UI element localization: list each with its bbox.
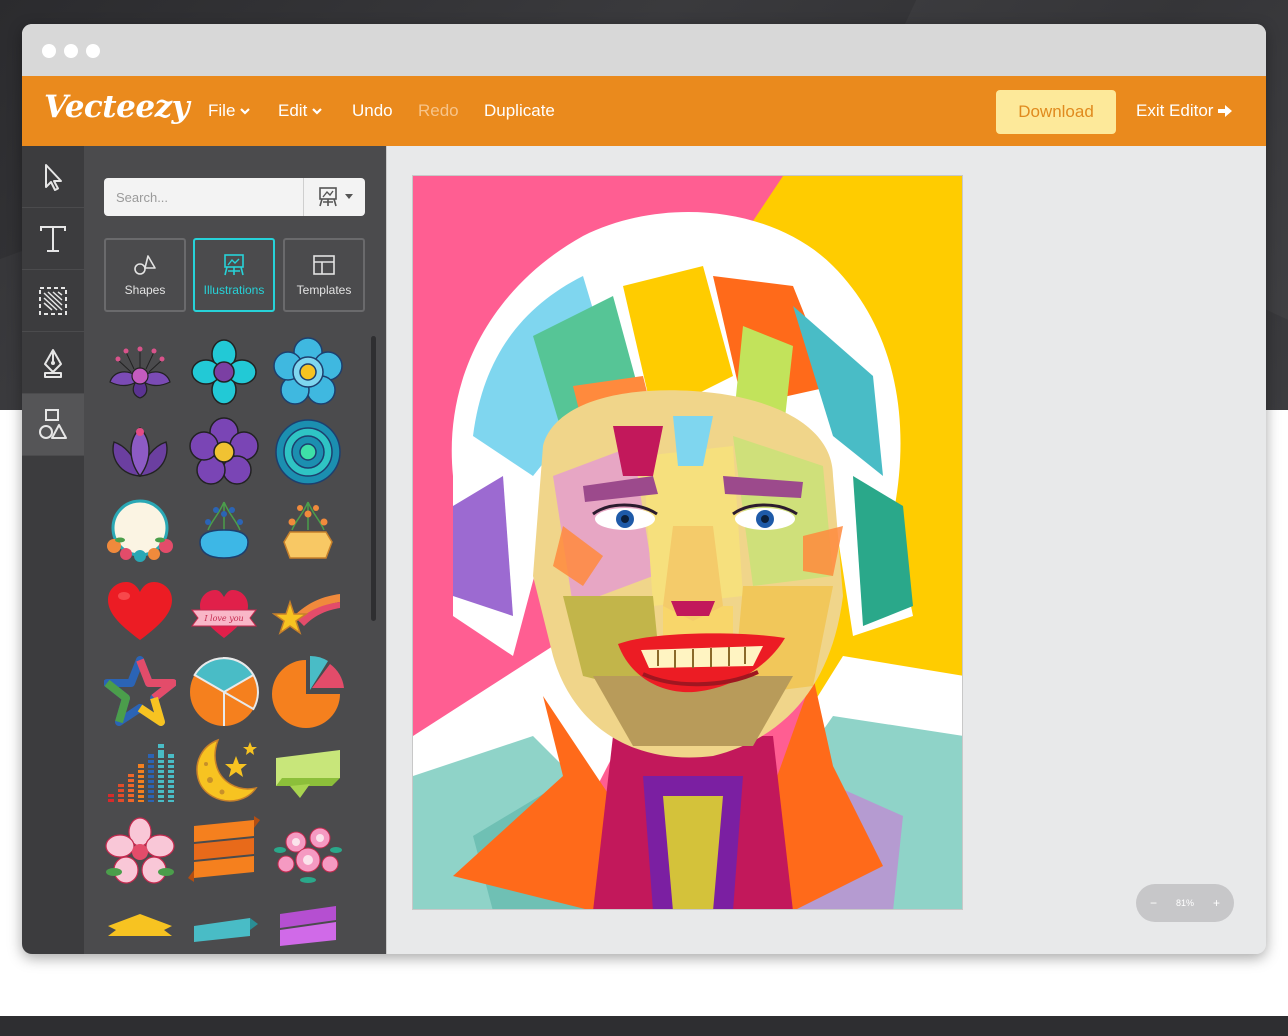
exit-editor-label: Exit Editor: [1136, 101, 1214, 120]
asset-cyan-flower-2[interactable]: [272, 336, 344, 408]
duplicate-button[interactable]: Duplicate: [484, 101, 555, 121]
tab-templates[interactable]: Templates: [283, 238, 365, 312]
assets-panel: Shapes Illustrations Templates: [84, 146, 386, 954]
text-tool[interactable]: [22, 208, 84, 270]
window-titlebar: [22, 24, 1266, 76]
asset-pink-flowers[interactable]: [272, 816, 344, 888]
edit-menu-label: Edit: [278, 101, 308, 120]
image-tool[interactable]: [22, 270, 84, 332]
tool-rail: [22, 146, 84, 954]
cursor-icon: [45, 163, 62, 191]
illustration-icon: [224, 254, 244, 276]
tab-shapes-label: Shapes: [124, 283, 166, 297]
asset-floral-circle-frame[interactable]: [104, 496, 176, 568]
zoom-control: − 81% +: [1136, 884, 1234, 922]
asset-teal-ribbon[interactable]: [188, 896, 260, 954]
zoom-in-button[interactable]: +: [1213, 896, 1220, 910]
shapes-icon: [39, 408, 67, 439]
asset-i-love-you-heart[interactable]: I love you: [188, 576, 260, 648]
tab-shapes[interactable]: Shapes: [104, 238, 186, 312]
shapes-icon: [134, 255, 156, 275]
asset-equalizer-bars[interactable]: [104, 736, 176, 808]
page-footer-band: [0, 1016, 1288, 1036]
zoom-out-button[interactable]: −: [1150, 896, 1157, 910]
tab-illustrations-label: Illustrations: [203, 283, 265, 297]
asset-orange-ribbon[interactable]: [188, 816, 260, 888]
asset-purple-flower-1[interactable]: [104, 336, 176, 408]
text-icon: [40, 225, 66, 252]
asset-floral-yellow-label[interactable]: [272, 496, 344, 568]
svg-text:I love you: I love you: [203, 614, 243, 623]
tab-illustrations[interactable]: Illustrations: [193, 238, 275, 312]
tab-templates-label: Templates: [296, 283, 352, 297]
editor-canvas[interactable]: − 81% +: [386, 146, 1266, 954]
zoom-level: 81%: [1175, 898, 1194, 908]
select-tool[interactable]: [22, 146, 84, 208]
asset-pie-chart-2[interactable]: [272, 656, 344, 728]
asset-pink-hibiscus[interactable]: [104, 816, 176, 888]
asset-purple-lotus[interactable]: [104, 416, 176, 488]
asset-moon-stars[interactable]: [188, 736, 260, 808]
artboard[interactable]: [412, 175, 963, 910]
vecteezy-logo[interactable]: Vecteezy: [44, 89, 190, 125]
browser-window: Vecteezy File Edit Undo Redo Duplicate D…: [22, 24, 1266, 954]
asset-pie-chart-1[interactable]: [188, 656, 260, 728]
exit-editor-button[interactable]: Exit Editor: [1136, 101, 1233, 121]
image-icon: [39, 286, 67, 315]
caret-down-icon: [344, 194, 353, 199]
shapes-tool[interactable]: [22, 394, 84, 456]
asset-ribbon-banner[interactable]: [272, 736, 344, 808]
file-menu-label: File: [208, 101, 236, 120]
asset-yellow-banner[interactable]: [104, 896, 176, 954]
edit-menu[interactable]: Edit: [278, 101, 323, 121]
asset-cyan-flower-1[interactable]: [188, 336, 260, 408]
pen-icon: [44, 348, 62, 378]
file-menu[interactable]: File: [208, 101, 251, 121]
asset-rainbow-star[interactable]: [104, 656, 176, 728]
arrow-right-icon: [1218, 105, 1233, 117]
pen-tool[interactable]: [22, 332, 84, 394]
asset-floral-blue-label[interactable]: [188, 496, 260, 568]
window-minimize-dot[interactable]: [64, 44, 78, 58]
asset-purple-ribbon[interactable]: [272, 896, 344, 954]
template-icon: [313, 255, 335, 275]
asset-red-heart[interactable]: [104, 576, 176, 648]
app-header: Vecteezy File Edit Undo Redo Duplicate D…: [22, 76, 1266, 146]
redo-button[interactable]: Redo: [418, 101, 459, 121]
asset-teal-flower[interactable]: [272, 416, 344, 488]
search-type-dropdown[interactable]: [303, 178, 365, 216]
panel-scrollbar[interactable]: [371, 336, 376, 621]
illustration-icon: [318, 187, 337, 207]
window-zoom-dot[interactable]: [86, 44, 100, 58]
search-input[interactable]: [104, 178, 304, 216]
asset-purple-flower-2[interactable]: [188, 416, 260, 488]
pop-art-portrait[interactable]: [413, 176, 963, 910]
window-close-dot[interactable]: [42, 44, 56, 58]
download-button[interactable]: Download: [996, 90, 1116, 134]
asset-shooting-star[interactable]: [272, 576, 344, 648]
chevron-down-icon: [312, 108, 323, 115]
chevron-down-icon: [240, 108, 251, 115]
undo-button[interactable]: Undo: [352, 101, 393, 121]
